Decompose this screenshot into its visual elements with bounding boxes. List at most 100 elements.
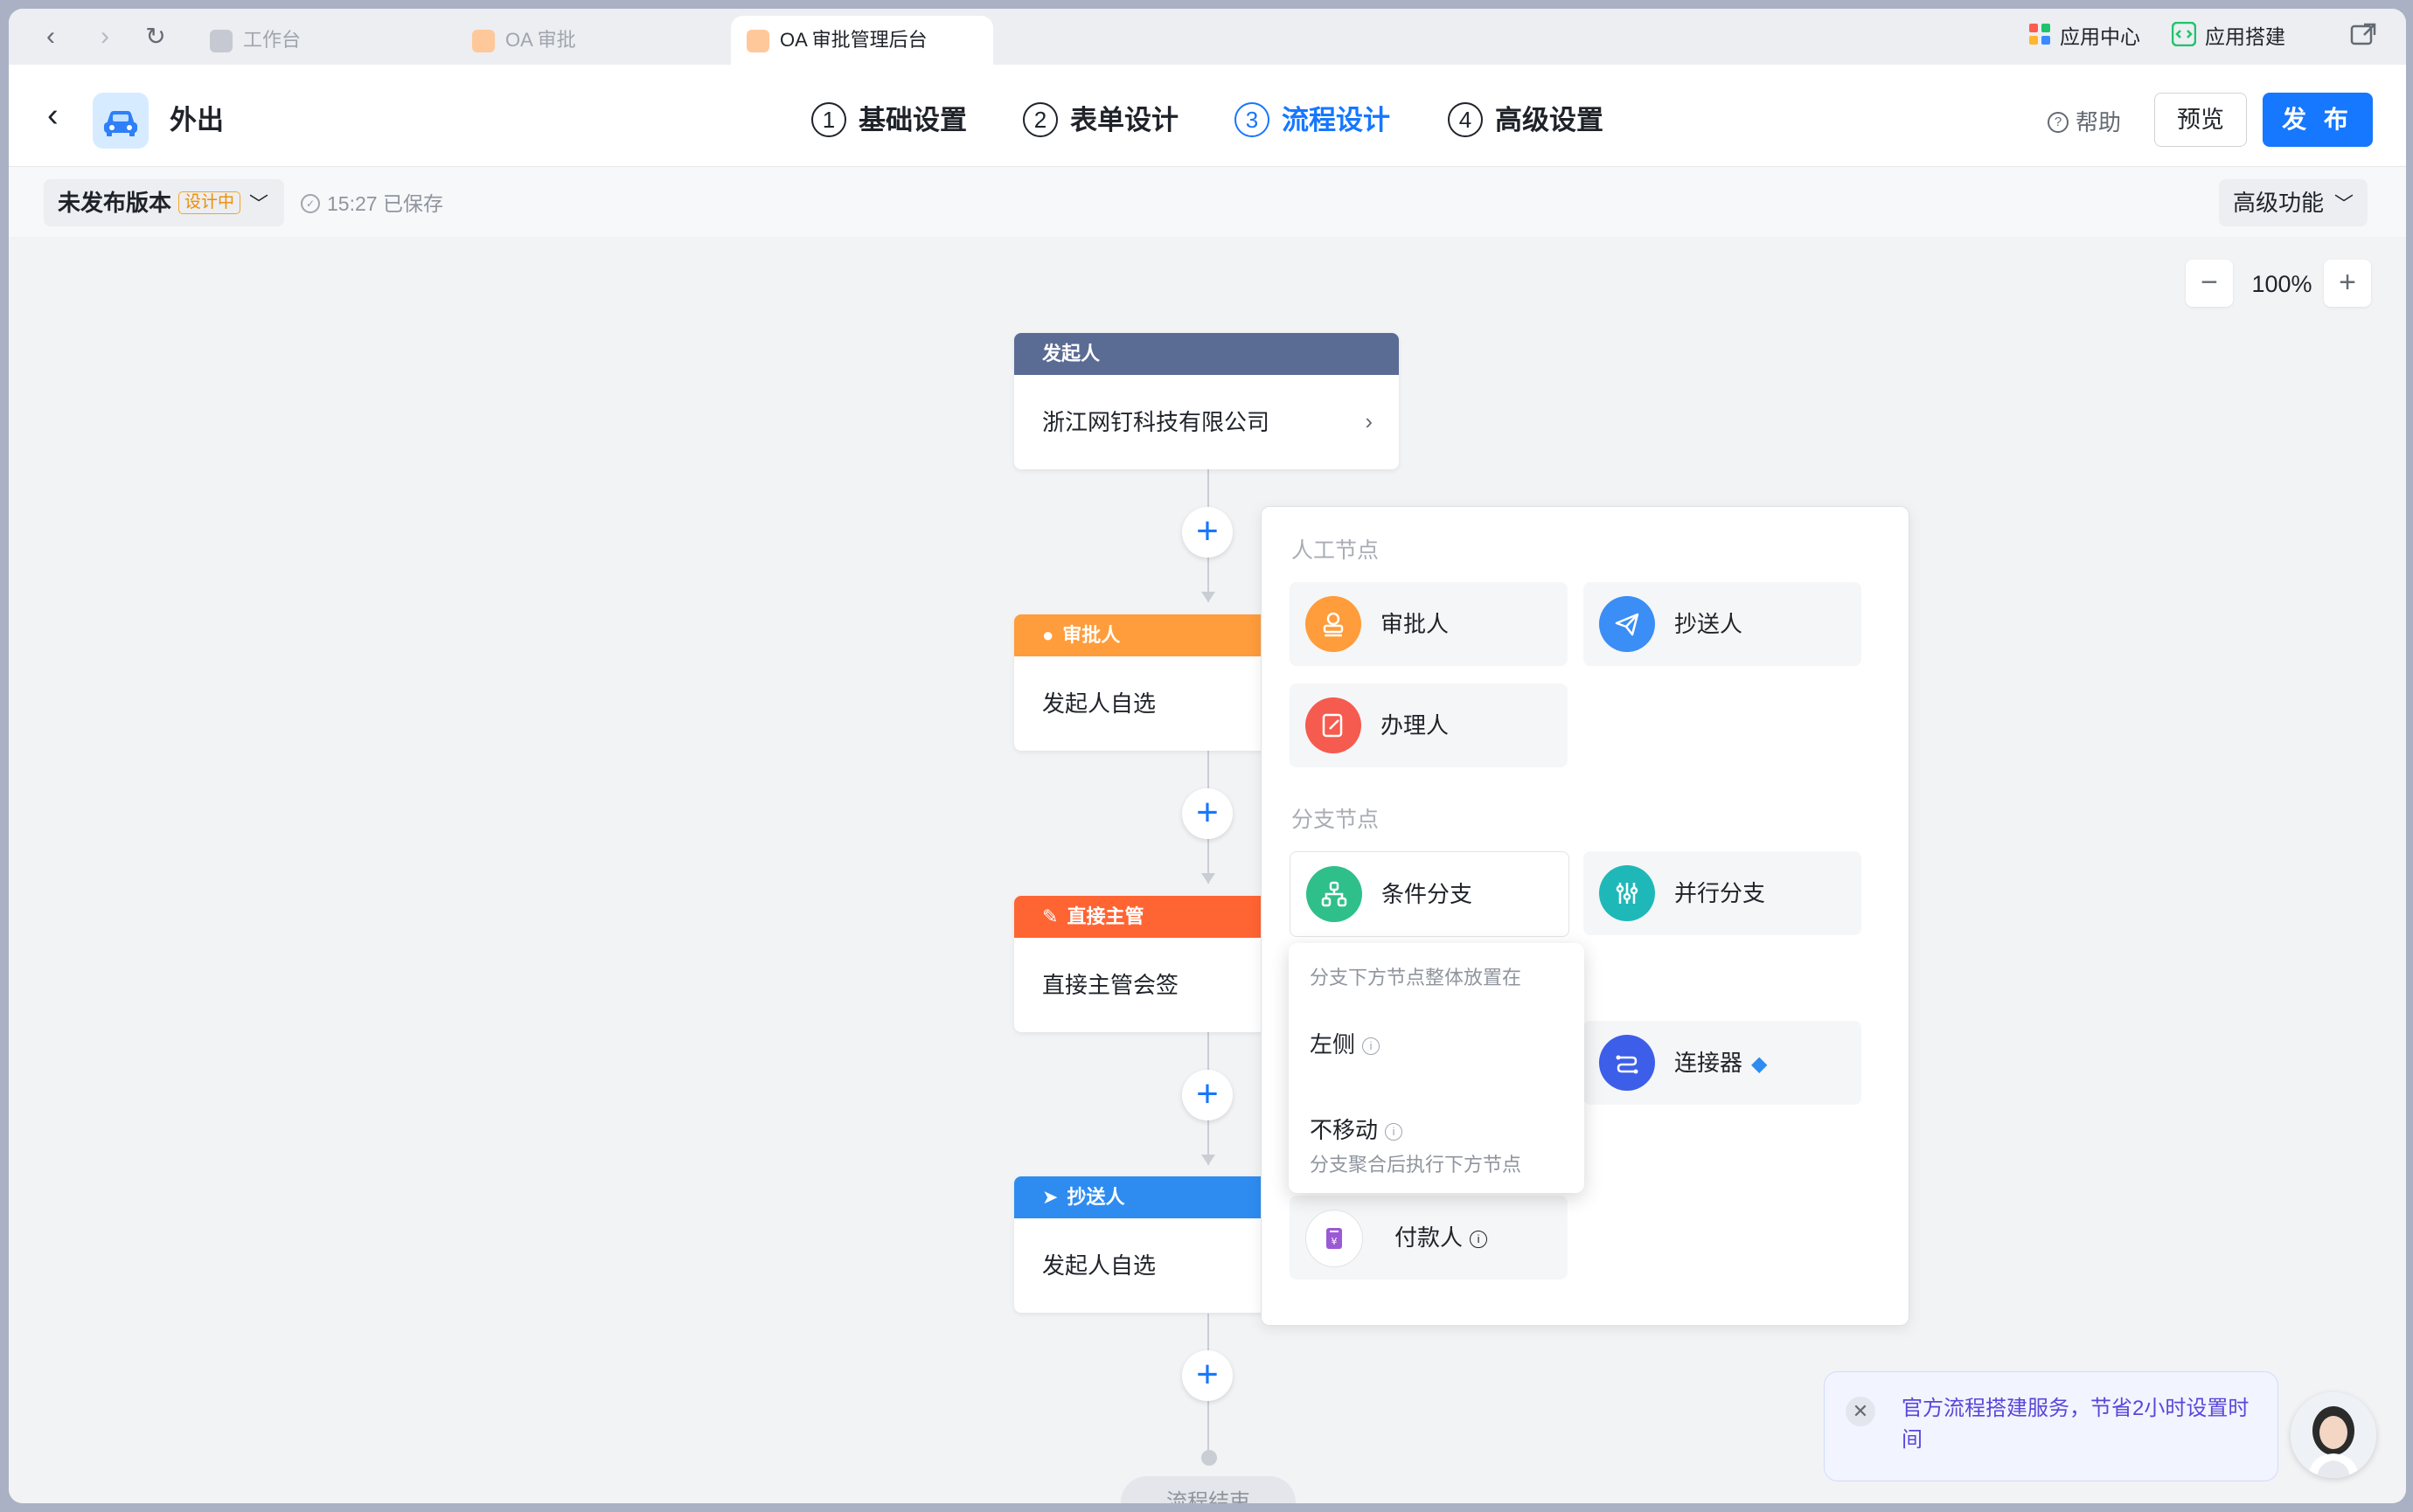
flow-canvas[interactable]: − 100% + 发起人 浙江网钉科技有限公司 › + ● 审批人 发起人自选 +… xyxy=(9,237,2406,1503)
zoom-out-button[interactable]: − xyxy=(2186,260,2233,307)
step-number: 4 xyxy=(1448,101,1483,137)
version-selector[interactable]: 未发布版本 设计中 ﹀ xyxy=(44,179,285,226)
tab-oa-admin[interactable]: OA 审批管理后台 xyxy=(731,16,993,65)
app-center-link[interactable]: 应用中心 xyxy=(2028,21,2140,52)
app-build-icon xyxy=(2171,21,2197,55)
assistant-avatar[interactable] xyxy=(2291,1392,2376,1478)
flow-end: 流程结束 xyxy=(1121,1476,1296,1503)
step-form[interactable]: 2 表单设计 xyxy=(1023,100,1179,142)
node-title: 抄送人 xyxy=(1067,1186,1125,1208)
node-type-label: 办理人 xyxy=(1380,712,1450,739)
car-icon xyxy=(93,93,149,149)
flow-node-initiator[interactable]: 发起人 浙江网钉科技有限公司 › xyxy=(1014,333,1399,469)
step-number: 1 xyxy=(811,101,846,137)
node-type-label: 审批人 xyxy=(1380,611,1450,637)
advanced-features-dropdown[interactable]: 高级功能 ﹀ xyxy=(2219,179,2368,226)
refresh-icon[interactable]: ↻ xyxy=(140,21,171,52)
payment-icon: ¥ xyxy=(1305,1210,1363,1267)
option-label: 不移动 xyxy=(1310,1117,1379,1143)
help-link[interactable]: ? 帮助 xyxy=(2048,105,2121,140)
section-manual: 人工节点 xyxy=(1291,538,1380,563)
node-type-label: 条件分支 xyxy=(1381,881,1473,907)
option-label: 左侧 xyxy=(1310,1031,1356,1058)
step-label: 基础设置 xyxy=(859,105,967,135)
oa-tab-icon xyxy=(472,30,495,53)
option-left[interactable]: 左侧 i xyxy=(1310,1027,1380,1059)
step-label: 流程设计 xyxy=(1282,105,1390,135)
tab-oa-approval[interactable]: OA 审批 xyxy=(472,16,682,65)
add-node-button[interactable]: + xyxy=(1182,507,1233,558)
step-advanced[interactable]: 4 高级设置 xyxy=(1448,100,1603,142)
arrow-down-icon xyxy=(1201,873,1215,884)
save-status-text: 15:27 已保存 xyxy=(327,192,443,215)
nav-back-icon[interactable]: ‹ xyxy=(35,21,66,52)
connector-label: 连接器 xyxy=(1674,1050,1743,1076)
add-node-button[interactable]: + xyxy=(1182,1350,1233,1401)
option-no-move[interactable]: 不移动 i xyxy=(1310,1113,1403,1145)
tab-label: OA 审批管理后台 xyxy=(780,29,928,51)
node-body: 浙江网钉科技有限公司 xyxy=(1042,409,1270,435)
option-description: 分支聚合后执行下方节点 xyxy=(1310,1154,1522,1176)
close-icon[interactable]: ✕ xyxy=(1846,1397,1875,1426)
oa-admin-tab-icon xyxy=(747,30,769,53)
step-number: 2 xyxy=(1023,101,1058,137)
node-type-label: 付款人 i xyxy=(1394,1196,1488,1280)
payer-label: 付款人 xyxy=(1394,1224,1464,1251)
send-icon: ➤ xyxy=(1042,1186,1059,1208)
send-icon xyxy=(1599,596,1655,652)
step-label: 表单设计 xyxy=(1070,105,1179,135)
tab-label: 工作台 xyxy=(243,29,302,51)
open-window-icon[interactable] xyxy=(2350,21,2378,52)
zoom-value: 100% xyxy=(2251,271,2312,297)
tab-workbench[interactable]: 工作台 xyxy=(210,16,420,65)
node-type-connector[interactable]: 连接器 ◆ xyxy=(1583,1021,1861,1105)
section-branch: 分支节点 xyxy=(1291,808,1380,832)
add-node-button[interactable]: + xyxy=(1182,1070,1233,1120)
add-node-panel: 人工节点 审批人 抄送人 办理人 分支节点 条件分支 并行分支 连接器 ◆ ¥ … xyxy=(1261,506,1909,1326)
status-badge: 设计中 xyxy=(178,191,241,215)
arrow-down-icon xyxy=(1201,592,1215,602)
branch-placement-dropdown: 分支下方节点整体放置在 左侧 i 不移动 i 分支聚合后执行下方节点 xyxy=(1289,943,1584,1193)
arrow-down-icon xyxy=(1201,1155,1215,1165)
node-type-label: 抄送人 xyxy=(1674,611,1743,637)
step-basic[interactable]: 1 基础设置 xyxy=(811,100,967,142)
node-title: 审批人 xyxy=(1062,624,1121,646)
preview-button[interactable]: 预览 xyxy=(2154,93,2247,147)
node-type-handler[interactable]: 办理人 xyxy=(1290,683,1568,767)
advanced-label: 高级功能 xyxy=(2233,190,2325,216)
info-icon: i xyxy=(1385,1123,1403,1141)
step-flow[interactable]: 3 流程设计 xyxy=(1234,100,1390,142)
app-center-icon xyxy=(2028,23,2051,54)
edit-doc-icon xyxy=(1305,697,1361,753)
publish-button[interactable]: 发 布 xyxy=(2263,93,2373,147)
back-icon[interactable]: ‹ xyxy=(47,98,79,133)
node-type-label: 并行分支 xyxy=(1674,880,1766,906)
end-dot xyxy=(1201,1450,1217,1466)
version-label: 未发布版本 xyxy=(58,190,172,216)
app-name: 外出 xyxy=(170,105,224,135)
zoom-in-button[interactable]: + xyxy=(2324,260,2371,307)
nav-forward-icon[interactable]: › xyxy=(89,21,121,52)
browser-tab-bar: ‹ › ↻ 工作台 OA 审批 OA 审批管理后台 应用中心 应用搭建 xyxy=(9,9,2406,65)
help-label: 帮助 xyxy=(2076,109,2122,135)
help-icon: ? xyxy=(2048,112,2069,134)
edit-icon: ✎ xyxy=(1042,905,1059,927)
editor-header: ‹ 外出 1 基础设置 2 表单设计 3 流程设计 4 高级设置 ? 帮助 预览 发 布 xyxy=(9,65,2406,167)
node-type-parallel-branch[interactable]: 并行分支 xyxy=(1583,851,1861,935)
node-type-payer[interactable]: ¥ 付款人 i xyxy=(1290,1196,1568,1280)
node-type-condition-branch[interactable]: 条件分支 xyxy=(1290,851,1569,937)
add-node-button[interactable]: + xyxy=(1182,788,1233,839)
node-type-label: 连接器 ◆ xyxy=(1674,1021,1767,1106)
app-window: ‹ › ↻ 工作台 OA 审批 OA 审批管理后台 应用中心 应用搭建 ‹ 外出… xyxy=(9,9,2406,1503)
dropdown-title: 分支下方节点整体放置在 xyxy=(1310,967,1522,988)
node-title: 直接主管 xyxy=(1067,905,1144,927)
step-number: 3 xyxy=(1234,101,1269,137)
node-type-approver[interactable]: 审批人 xyxy=(1290,582,1568,666)
promo-banner[interactable]: ✕ 官方流程搭建服务，节省2小时设置时间 xyxy=(1824,1371,2278,1481)
diamond-icon: ◆ xyxy=(1751,1052,1768,1076)
node-type-cc[interactable]: 抄送人 xyxy=(1583,582,1861,666)
promo-text: 官方流程搭建服务，节省2小时设置时间 xyxy=(1902,1397,2250,1452)
app-build-link[interactable]: 应用搭建 xyxy=(2171,21,2285,55)
info-icon[interactable]: i xyxy=(1470,1231,1488,1249)
connector-icon xyxy=(1599,1035,1655,1091)
